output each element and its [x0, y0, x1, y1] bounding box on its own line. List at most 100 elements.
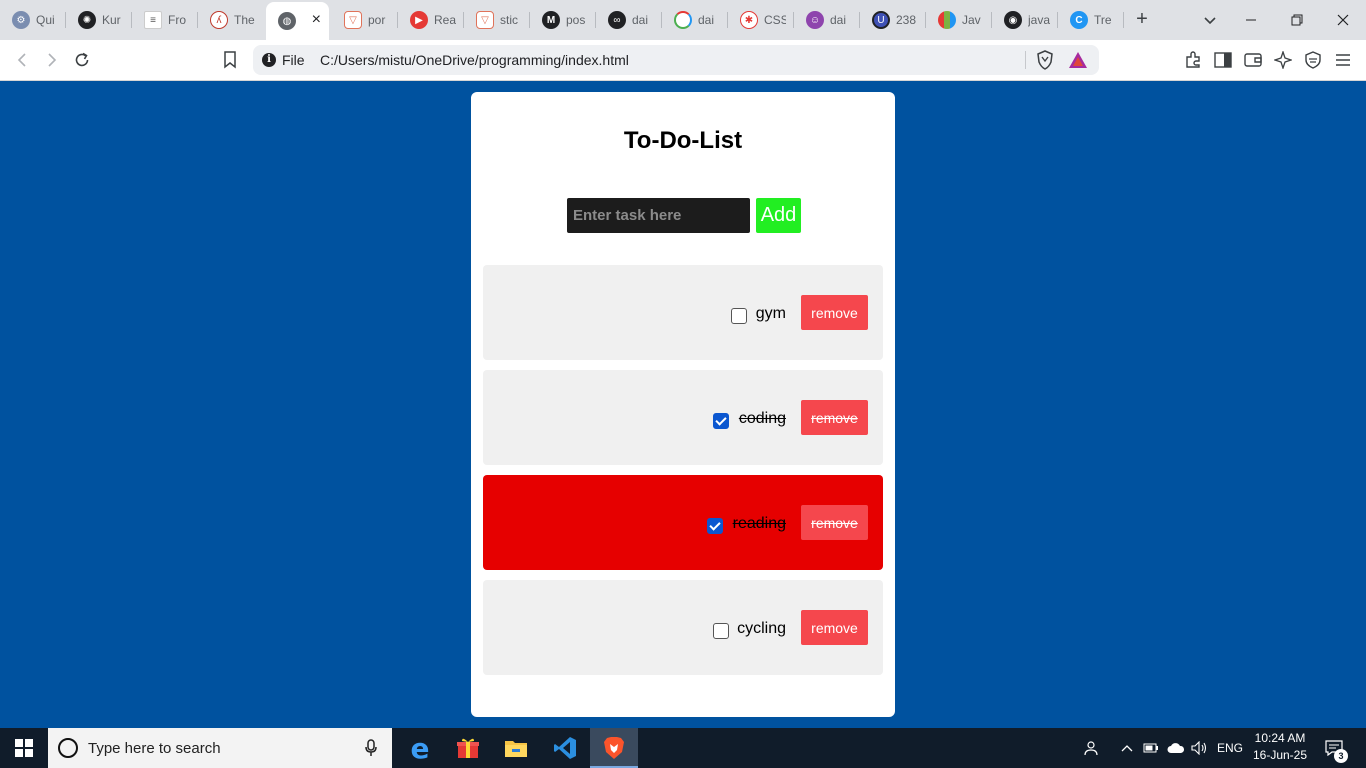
browser-tab[interactable]: ▽ por	[332, 4, 398, 36]
gear-icon: ⚙	[12, 11, 30, 29]
task-checkbox[interactable]	[713, 413, 729, 429]
tab-title: 238	[896, 13, 917, 27]
menu-icon[interactable]	[1331, 48, 1355, 72]
onedrive-cloud-icon[interactable]	[1165, 728, 1187, 768]
omnibox-divider	[1025, 51, 1026, 69]
microphone-icon[interactable]	[364, 739, 378, 757]
task-text: reading	[732, 515, 786, 532]
sidebar-icon[interactable]	[1211, 48, 1235, 72]
brave-shield-icon: ▽	[476, 11, 494, 29]
browser-toolbar: i File C:/Users/mistu/OneDrive/programmi…	[0, 40, 1366, 81]
brave-shield-icon: ▽	[344, 11, 362, 29]
info-icon[interactable]: i	[262, 53, 276, 67]
wallet-icon[interactable]	[1241, 48, 1265, 72]
vscode-icon[interactable]	[541, 728, 589, 768]
scheme-label: File	[282, 52, 305, 68]
tab-title: dai	[830, 13, 847, 27]
windows-start-icon[interactable]	[0, 728, 48, 768]
browser-tab[interactable]: ▶ Rea	[398, 4, 464, 36]
globe-icon: ◍	[278, 12, 296, 30]
remove-button[interactable]: remove	[801, 400, 868, 435]
browser-tab[interactable]: ☺ dai	[794, 4, 860, 36]
chevron-up-icon[interactable]	[1117, 728, 1137, 768]
search-placeholder: Type here to search	[88, 740, 221, 757]
tab-title: pos	[566, 13, 586, 27]
forward-arrow-icon[interactable]	[40, 48, 64, 72]
close-window-button[interactable]	[1320, 0, 1366, 40]
tab-strip: ⚙ Qui ✺ Kur ≡ Fro ʎ The ◍ × ▽ por ▶ Rea …	[0, 0, 1366, 40]
task-text: cycling	[737, 620, 786, 637]
browser-tab[interactable]: Jav	[926, 4, 992, 36]
battery-icon[interactable]	[1141, 728, 1161, 768]
task-input[interactable]	[567, 198, 750, 233]
file-explorer-icon[interactable]	[492, 728, 540, 768]
reload-icon[interactable]	[70, 48, 94, 72]
brave-browser-icon[interactable]	[590, 728, 638, 768]
tab-title: stic	[500, 13, 518, 27]
browser-tab[interactable]: ✺ Kur	[66, 4, 132, 36]
browser-tab[interactable]: ≡ Fro	[132, 4, 198, 36]
add-task-button[interactable]: Add	[756, 198, 801, 233]
browser-tab[interactable]: dai	[662, 4, 728, 36]
brave-rewards-icon[interactable]	[1066, 48, 1090, 72]
back-arrow-icon[interactable]	[10, 48, 34, 72]
close-tab-icon[interactable]: ×	[312, 11, 321, 29]
clock-date: 16-Jun-25	[1252, 748, 1308, 762]
browser-tab[interactable]: U 238	[860, 4, 926, 36]
book-icon	[938, 11, 956, 29]
tab-search-chevron-icon[interactable]	[1200, 10, 1220, 30]
url-text[interactable]: C:/Users/mistu/OneDrive/programming/inde…	[320, 52, 629, 68]
remove-button[interactable]: remove	[801, 505, 868, 540]
browser-tab[interactable]: ∞ dai	[596, 4, 662, 36]
openai-icon: ✺	[78, 11, 96, 29]
purple-logo-icon: ☺	[806, 11, 824, 29]
windows-taskbar: Type here to search e ENG 10:24 AM 16-Ju…	[0, 728, 1366, 768]
remove-button[interactable]: remove	[801, 295, 868, 330]
task-text: coding	[738, 410, 786, 427]
browser-tab[interactable]: ʎ The	[198, 4, 264, 36]
asterisk-icon: ✱	[740, 11, 758, 29]
medium-icon: M	[542, 11, 560, 29]
browser-tab[interactable]: ◉ java	[992, 4, 1058, 36]
tab-title: dai	[632, 13, 649, 27]
browser-tab[interactable]: M pos	[530, 4, 596, 36]
edge-icon[interactable]: e	[396, 728, 444, 768]
task-item: gym remove	[483, 265, 883, 360]
taskbar-search[interactable]: Type here to search	[48, 728, 392, 768]
clock[interactable]: 10:24 AM 16-Jun-25	[1247, 730, 1313, 764]
tab-title: java	[1028, 13, 1050, 27]
task-item: cycling remove	[483, 580, 883, 675]
browser-tab[interactable]: ✱ CSS	[728, 4, 794, 36]
gift-icon[interactable]	[444, 728, 492, 768]
minimize-button[interactable]	[1228, 0, 1274, 40]
browser-tab[interactable]: C Tre	[1058, 4, 1124, 36]
app-logo-icon: U	[872, 11, 890, 29]
volume-icon[interactable]	[1189, 728, 1211, 768]
restore-button[interactable]	[1274, 0, 1320, 40]
browser-tab[interactable]: ⚙ Qui	[0, 4, 66, 36]
tab-title: CSS	[764, 13, 786, 27]
language-indicator[interactable]: ENG	[1213, 728, 1247, 768]
brave-shields-icon[interactable]	[1033, 48, 1057, 72]
c-logo-icon: C	[1070, 11, 1088, 29]
extensions-icon[interactable]	[1181, 48, 1205, 72]
notification-count-badge: 3	[1334, 749, 1348, 763]
leo-ai-icon[interactable]	[1271, 48, 1295, 72]
vpn-shield-icon[interactable]	[1301, 48, 1325, 72]
tab-title: Tre	[1094, 13, 1112, 27]
tab-title: Qui	[36, 13, 55, 27]
page-title: To-Do-List	[623, 127, 743, 154]
bookmark-icon[interactable]	[218, 48, 242, 72]
task-checkbox[interactable]	[707, 518, 723, 534]
task-checkbox[interactable]	[731, 308, 747, 324]
browser-tab[interactable]: ▽ stic	[464, 4, 530, 36]
tab-title: Kur	[102, 13, 121, 27]
people-icon[interactable]	[1080, 728, 1104, 768]
task-text: gym	[755, 305, 786, 322]
address-bar[interactable]: i File C:/Users/mistu/OneDrive/programmi…	[253, 45, 1099, 75]
browser-tab-active[interactable]: ◍ ×	[266, 2, 329, 40]
new-tab-button[interactable]: +	[1130, 8, 1154, 32]
tab-title: Jav	[962, 13, 981, 27]
task-checkbox[interactable]	[713, 623, 729, 639]
remove-button[interactable]: remove	[801, 610, 868, 645]
